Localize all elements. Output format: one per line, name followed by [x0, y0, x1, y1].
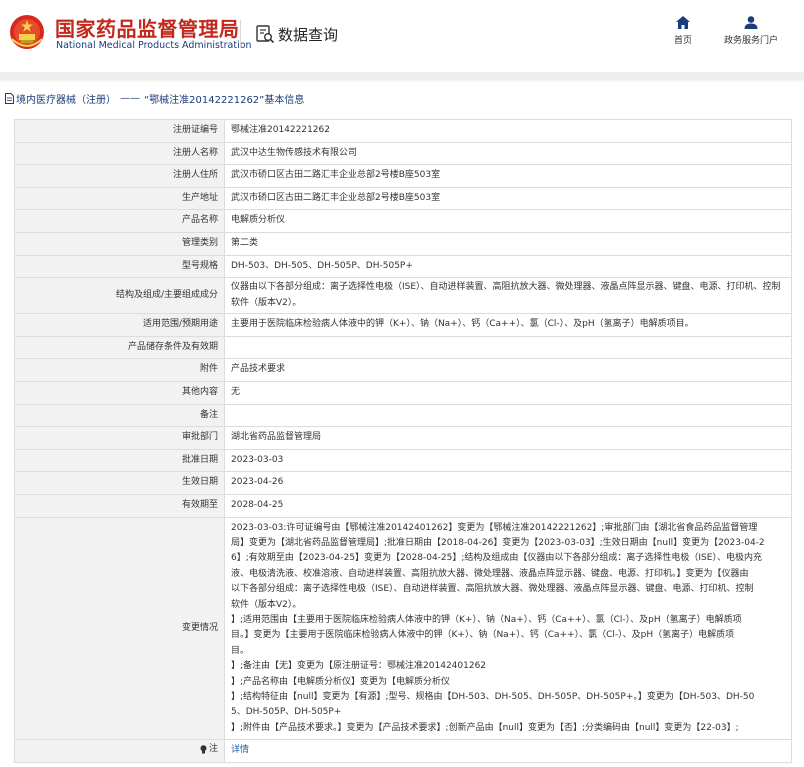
row-label: 型号规格 — [14, 254, 225, 279]
org-name-cn: 国家药品监督管理局 — [55, 17, 240, 41]
breadcrumb-category[interactable]: 境内医疗器械（注册） — [16, 91, 116, 106]
row-label: 其他内容 — [14, 380, 225, 405]
change-history-line: 局】变更为【湖北省药品监督管理局】;批准日期由【2018-04-26】变更为【2… — [231, 537, 765, 548]
national-emblem-icon — [10, 15, 44, 49]
table-row: 注册人住所 武汉市硚口区古田二路汇丰企业总部2号楼B座503室 — [14, 164, 792, 188]
row-label: 管理类别 — [14, 231, 225, 256]
nav-gov-portal[interactable]: 政务服务门户 — [716, 16, 786, 46]
detail-table: 注册证编号 鄂械注准20142221262 注册人名称 武汉中达生物传感技术有限公司注… — [14, 119, 792, 763]
row-label: 生效日期 — [14, 471, 225, 495]
header-separator-light — [0, 80, 804, 82]
change-history-line: 2023-03-03:许可证编号由【鄂械注准20142401262】变更为【鄂械… — [231, 522, 758, 533]
nav-gov-label: 政务服务门户 — [723, 36, 778, 46]
breadcrumb-record: “鄂械注准20142221262”基本信息 — [144, 94, 305, 106]
note-label-cell: 注 — [14, 739, 225, 763]
note-value: 详情 — [224, 739, 792, 763]
data-query-icon — [256, 25, 275, 44]
row-value: 电解质分析仪 — [224, 209, 792, 233]
change-history-line: 】;结构特征由【null】变更为【有源】;型号、规格由【DH-503、DH-50… — [231, 691, 755, 702]
note-label: 注 — [200, 742, 218, 758]
row-label: 注册人名称 — [14, 141, 225, 166]
row-label: 生产地址 — [14, 186, 225, 211]
table-row: 注册人名称 武汉中达生物传感技术有限公司 — [14, 141, 792, 166]
row-value: DH-503、DH-505、DH-505P、DH-505P+ — [224, 254, 792, 279]
header-separator — [0, 72, 804, 80]
user-icon — [744, 16, 758, 29]
note-row: 注 详情 — [14, 739, 792, 763]
row-value: 无 — [224, 380, 792, 405]
row-value: 鄂械注准20142221262 — [224, 119, 792, 143]
table-row: 生效日期 2023-04-26 — [14, 471, 792, 495]
row-value: 2028-04-25 — [224, 493, 792, 518]
table-row: 备注 — [14, 403, 792, 428]
change-history-line: 】;附件由【产品技术要求。】变更为【产品技术要求】;创新产品由【null】变更为… — [231, 722, 739, 733]
change-history-label: 变更情况 — [14, 516, 225, 741]
row-label: 适用范围/预期用途 — [14, 313, 225, 337]
row-value: 仪器由以下各部分组成：离子选择性电极（ISE）、自动进样装置、高阻抗放大器、微处… — [224, 277, 792, 315]
document-icon — [5, 92, 14, 104]
row-label: 结构及组成/主要组成成分 — [14, 277, 225, 315]
row-value: 武汉中达生物传感技术有限公司 — [224, 141, 792, 166]
table-row: 型号规格 DH-503、DH-505、DH-505P、DH-505P+ — [14, 254, 792, 279]
table-row: 产品名称 电解质分析仪 — [14, 209, 792, 233]
change-history-line: 以下各部分组成：离子选择性电极（ISE）、自动进样装置、高阻抗放大器、微处理器、… — [231, 584, 754, 595]
row-value — [224, 335, 792, 360]
change-history-line: 软件（版本V2）。 — [231, 599, 302, 610]
change-history-line: 6】;有效期至由【2023-04-25】变更为【2028-04-25】;结构及组… — [231, 553, 762, 564]
row-value: 武汉市硚口区古田二路汇丰企业总部2号楼B座503室 — [224, 186, 792, 211]
table-row: 其他内容无 — [14, 380, 792, 405]
change-history-line: 目。】变更为【主要用于医院临床检验病人体液中的钾（K+）、钠（Na+）、钙（Ca… — [231, 630, 735, 641]
row-value: 2023-04-26 — [224, 471, 792, 495]
row-label: 批准日期 — [14, 448, 225, 473]
change-history-row: 变更情况 2023-03-03:许可证编号由【鄂械注准20142401262】变更… — [14, 516, 792, 741]
table-row: 生产地址 武汉市硚口区古田二路汇丰企业总部2号楼B座503室 — [14, 186, 792, 211]
table-row: 注册证编号 鄂械注准20142221262 — [14, 119, 792, 143]
row-label: 产品名称 — [14, 209, 225, 233]
home-icon — [676, 16, 690, 29]
row-value: 武汉市硚口区古田二路汇丰企业总部2号楼B座503室 — [224, 164, 792, 188]
row-value: 2023-03-03 — [224, 448, 792, 473]
row-label: 备注 — [14, 403, 225, 428]
row-value: 第二类 — [224, 231, 792, 256]
table-row: 适用范围/预期用途 主要用于医院临床检验病人体液中的钾（K+）、钠（Na+）、钙（… — [14, 313, 792, 337]
row-label: 注册人住所 — [14, 164, 225, 188]
section-title: 数据查询 — [278, 26, 339, 44]
header-divider — [240, 20, 241, 48]
change-history-line: 】;适用范围由【主要用于医院临床检验病人体液中的钾（K+）、钠（Na+）、钙（C… — [231, 614, 742, 625]
change-history-line: 】;产品名称由【电解质分析仪】变更为【电解质分析仪 — [231, 676, 451, 687]
row-label: 审批部门 — [14, 426, 225, 450]
table-row: 结构及组成/主要组成成分 仪器由以下各部分组成：离子选择性电极（ISE）、自动进样… — [14, 277, 792, 315]
org-name-en: National Medical Products Administration — [56, 40, 252, 51]
details-link[interactable]: 详情 — [231, 745, 249, 755]
table-row: 管理类别 第二类 — [14, 231, 792, 256]
row-value: 产品技术要求 — [224, 358, 792, 382]
site-header: 国家药品监督管理局 National Medical Products Admi… — [0, 0, 804, 72]
row-label: 附件 — [14, 358, 225, 382]
row-label: 注册证编号 — [14, 119, 225, 143]
note-label-text: 注 — [208, 743, 218, 754]
change-history-line: 5、DH-505P、DH-505P+ — [231, 707, 342, 718]
row-value: 湖北省药品监督管理局 — [224, 426, 792, 450]
row-label: 产品储存条件及有效期 — [14, 335, 225, 360]
change-history-line: 目。 — [231, 645, 250, 656]
table-row: 有效期至 2028-04-25 — [14, 493, 792, 518]
change-history-line: 液、电极清洗液、校准溶液、自动进样装置、高阻抗放大器、微处理器、液晶点阵显示器、… — [231, 568, 749, 579]
change-history-line: 】;备注由【无】变更为【原注册证号：鄂械注准20142401262 — [231, 661, 487, 672]
table-row: 产品储存条件及有效期 — [14, 335, 792, 360]
nav-home[interactable]: 首页 — [664, 16, 702, 46]
breadcrumb-separator: —— — [120, 92, 140, 104]
row-value — [224, 403, 792, 428]
change-history-value: 2023-03-03:许可证编号由【鄂械注准20142401262】变更为【鄂械… — [224, 516, 792, 741]
row-label: 有效期至 — [14, 493, 225, 518]
bulb-icon — [200, 745, 207, 754]
row-value: 主要用于医院临床检验病人体液中的钾（K+）、钠（Na+）、钙（Ca++）、氯（C… — [224, 313, 792, 337]
breadcrumb: 境内医疗器械（注册） —— “鄂械注准20142221262”基本信息 — [5, 90, 304, 106]
table-row: 附件 产品技术要求 — [14, 358, 792, 382]
table-row: 审批部门 湖北省药品监督管理局 — [14, 426, 792, 450]
table-row: 批准日期 2023-03-03 — [14, 448, 792, 473]
nav-home-label: 首页 — [673, 36, 692, 46]
